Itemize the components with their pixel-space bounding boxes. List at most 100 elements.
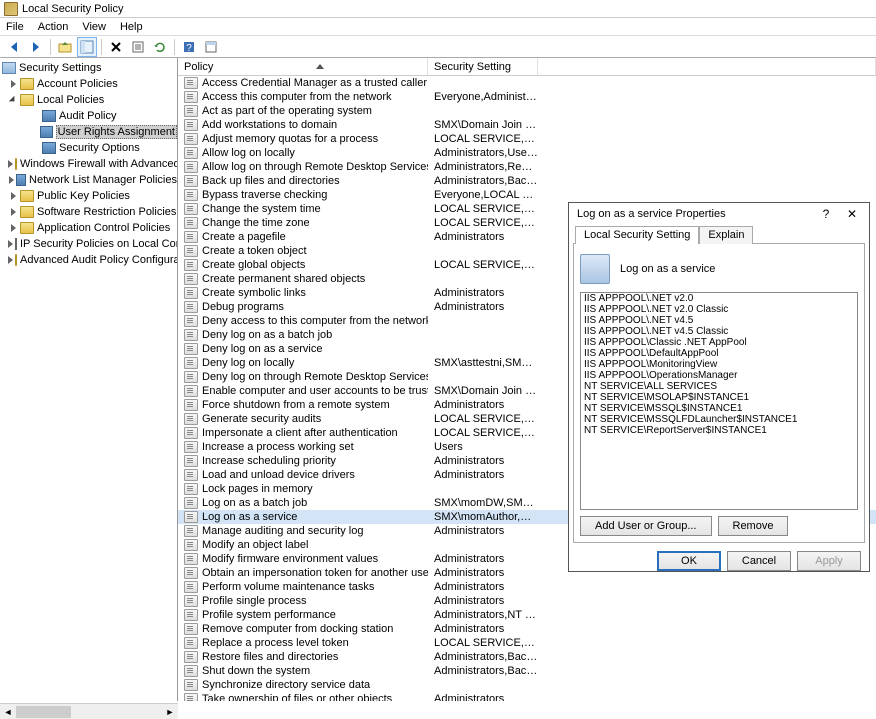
- policy-row[interactable]: Profile single processAdministrators: [178, 594, 876, 608]
- tree-item[interactable]: Local Policies: [0, 92, 177, 108]
- expander-icon[interactable]: [8, 255, 13, 265]
- column-security-setting[interactable]: Security Setting: [428, 58, 538, 75]
- menu-action[interactable]: Action: [38, 21, 69, 33]
- policy-row[interactable]: Restore files and directoriesAdministrat…: [178, 650, 876, 664]
- expander-icon[interactable]: [8, 79, 18, 89]
- policy-row[interactable]: Access Credential Manager as a trusted c…: [178, 76, 876, 90]
- tree-item[interactable]: Audit Policy: [0, 108, 177, 124]
- policy-row[interactable]: Back up files and directoriesAdministrat…: [178, 174, 876, 188]
- policy-item-icon: [184, 161, 198, 173]
- dialog-help-button[interactable]: ?: [813, 205, 839, 223]
- expander-icon[interactable]: [8, 95, 18, 105]
- delete-button[interactable]: [106, 37, 126, 57]
- tree-item[interactable]: Application Control Policies: [0, 220, 177, 236]
- scroll-thumb[interactable]: [16, 706, 71, 718]
- policy-cell: Log on as a service: [178, 511, 428, 523]
- tree-root-label: Security Settings: [19, 62, 102, 74]
- forward-button[interactable]: [26, 37, 46, 57]
- tree-item[interactable]: IP Security Policies on Local Compute: [0, 236, 177, 252]
- expander-icon[interactable]: [8, 159, 13, 169]
- policy-row[interactable]: Take ownership of files or other objects…: [178, 692, 876, 701]
- expander-icon[interactable]: [8, 191, 18, 201]
- tree-item[interactable]: Software Restriction Policies: [0, 204, 177, 220]
- tree-item[interactable]: Network List Manager Policies: [0, 172, 177, 188]
- setting-cell: Everyone,Administrators...: [428, 91, 538, 103]
- tab-explain[interactable]: Explain: [699, 226, 753, 244]
- policy-row[interactable]: Bypass traverse checkingEveryone,LOCAL S…: [178, 188, 876, 202]
- help-button[interactable]: ?: [179, 37, 199, 57]
- expander-icon[interactable]: [8, 223, 18, 233]
- up-button[interactable]: [55, 37, 75, 57]
- policy-folder-icon: [42, 142, 56, 154]
- properties-button[interactable]: [201, 37, 221, 57]
- principal-item[interactable]: IIS APPPOOL\OperationsManager: [581, 370, 857, 381]
- principal-item[interactable]: IIS APPPOOL\DefaultAppPool: [581, 348, 857, 359]
- toolbar-separator: [101, 39, 102, 55]
- app-icon: [4, 2, 18, 16]
- principal-item[interactable]: IIS APPPOOL\.NET v4.5: [581, 315, 857, 326]
- policy-row[interactable]: Remove computer from docking stationAdmi…: [178, 622, 876, 636]
- tree-item[interactable]: Account Policies: [0, 76, 177, 92]
- principal-item[interactable]: NT SERVICE\ALL SERVICES: [581, 381, 857, 392]
- policy-row[interactable]: Adjust memory quotas for a processLOCAL …: [178, 132, 876, 146]
- apply-button[interactable]: Apply: [797, 551, 861, 571]
- menu-help[interactable]: Help: [120, 21, 143, 33]
- policy-item-icon: [184, 679, 198, 691]
- policy-item-icon: [184, 609, 198, 621]
- scroll-right-button[interactable]: ►: [162, 705, 178, 719]
- dialog-title-bar[interactable]: Log on as a service Properties ? ✕: [569, 203, 869, 225]
- policy-row[interactable]: Shut down the systemAdministrators,Backu…: [178, 664, 876, 678]
- policy-row[interactable]: Add workstations to domainSMX\Domain Joi…: [178, 118, 876, 132]
- remove-button[interactable]: Remove: [718, 516, 789, 536]
- refresh-button[interactable]: [150, 37, 170, 57]
- policy-row[interactable]: Replace a process level tokenLOCAL SERVI…: [178, 636, 876, 650]
- expander-icon[interactable]: [8, 175, 14, 185]
- cancel-button[interactable]: Cancel: [727, 551, 791, 571]
- show-hide-tree-button[interactable]: [77, 37, 97, 57]
- principals-listbox[interactable]: IIS APPPOOL\.NET v2.0IIS APPPOOL\.NET v2…: [580, 292, 858, 510]
- principal-item[interactable]: IIS APPPOOL\.NET v4.5 Classic: [581, 326, 857, 337]
- principal-item[interactable]: NT SERVICE\MSSQLFDLauncher$INSTANCE1: [581, 414, 857, 425]
- menu-view[interactable]: View: [82, 21, 106, 33]
- tree-pane[interactable]: Security Settings Account PoliciesLocal …: [0, 58, 178, 701]
- principal-item[interactable]: NT SERVICE\MSOLAP$INSTANCE1: [581, 392, 857, 403]
- policy-item-icon: [184, 413, 198, 425]
- principal-item[interactable]: IIS APPPOOL\.NET v2.0 Classic: [581, 304, 857, 315]
- policy-row[interactable]: Synchronize directory service data: [178, 678, 876, 692]
- principal-item[interactable]: IIS APPPOOL\.NET v2.0: [581, 293, 857, 304]
- dialog-title: Log on as a service Properties: [577, 208, 813, 220]
- principal-item[interactable]: IIS APPPOOL\MonitoringView: [581, 359, 857, 370]
- scroll-track[interactable]: [16, 706, 162, 718]
- menu-file[interactable]: File: [6, 21, 24, 33]
- tree-hscrollbar[interactable]: ◄ ►: [0, 703, 178, 719]
- add-user-group-button[interactable]: Add User or Group...: [580, 516, 712, 536]
- principal-item[interactable]: IIS APPPOOL\Classic .NET AppPool: [581, 337, 857, 348]
- tree-root[interactable]: Security Settings: [0, 60, 177, 76]
- principal-item[interactable]: NT SERVICE\MSSQL$INSTANCE1: [581, 403, 857, 414]
- principal-item[interactable]: NT SERVICE\ReportServer$INSTANCE1: [581, 425, 857, 436]
- tab-local-security-setting[interactable]: Local Security Setting: [575, 226, 699, 244]
- back-button[interactable]: [4, 37, 24, 57]
- policy-row[interactable]: Allow log on through Remote Desktop Serv…: [178, 160, 876, 174]
- tree-item[interactable]: Security Options: [0, 140, 177, 156]
- dialog-close-button[interactable]: ✕: [839, 205, 865, 223]
- question-icon: ?: [823, 207, 830, 221]
- policy-cell: Impersonate a client after authenticatio…: [178, 427, 428, 439]
- policy-row[interactable]: Profile system performanceAdministrators…: [178, 608, 876, 622]
- ok-button[interactable]: OK: [657, 551, 721, 571]
- column-policy[interactable]: Policy: [178, 58, 428, 75]
- scroll-left-button[interactable]: ◄: [0, 705, 16, 719]
- tree-item[interactable]: User Rights Assignment: [0, 124, 177, 140]
- tree-item[interactable]: Advanced Audit Policy Configuration: [0, 252, 177, 268]
- expander-icon[interactable]: [8, 207, 18, 217]
- policy-name: Create permanent shared objects: [202, 273, 365, 285]
- policy-row[interactable]: Allow log on locallyAdministrators,Users…: [178, 146, 876, 160]
- expander-icon[interactable]: [8, 239, 13, 249]
- policy-cell: Change the time zone: [178, 217, 428, 229]
- policy-row[interactable]: Perform volume maintenance tasksAdminist…: [178, 580, 876, 594]
- tree-item[interactable]: Windows Firewall with Advanced Sec: [0, 156, 177, 172]
- policy-row[interactable]: Act as part of the operating system: [178, 104, 876, 118]
- export-button[interactable]: [128, 37, 148, 57]
- policy-row[interactable]: Access this computer from the networkEve…: [178, 90, 876, 104]
- tree-item[interactable]: Public Key Policies: [0, 188, 177, 204]
